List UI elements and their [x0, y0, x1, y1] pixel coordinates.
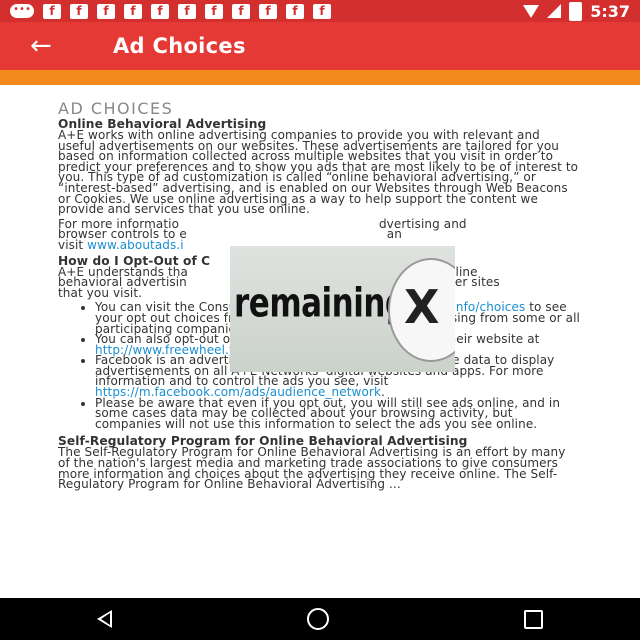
ad-close-button[interactable]: X: [388, 258, 455, 362]
facebook-notification-icon: f: [178, 3, 196, 19]
back-arrow-icon[interactable]: ←: [30, 22, 56, 70]
signal-icon: [547, 4, 562, 18]
close-icon: X: [404, 280, 440, 334]
facebook-notification-icon: f: [43, 3, 61, 19]
status-bar: ••• f f f f f f f f f f f 5:37: [0, 0, 640, 22]
facebook-notification-icon: f: [70, 3, 88, 19]
list-item: Please be aware that even if you opt out…: [95, 397, 580, 430]
recents-square-icon[interactable]: [523, 609, 543, 629]
battery-icon: [569, 1, 583, 21]
clock: 5:37: [590, 1, 630, 21]
facebook-notification-icon: f: [286, 3, 304, 19]
notification-icons: ••• f f f f f f f f f f f: [0, 3, 331, 19]
paragraph: A+E works with online advertising compan…: [58, 128, 579, 217]
facebook-notification-icon: f: [232, 3, 250, 19]
chat-bubble-icon: •••: [10, 4, 34, 18]
system-status: 5:37: [523, 0, 630, 22]
page-title: Ad Choices: [113, 34, 246, 58]
facebook-notification-icon: f: [151, 3, 169, 19]
wifi-icon: [523, 4, 540, 18]
aboutads-link[interactable]: www.aboutads.i: [87, 238, 184, 252]
back-triangle-icon[interactable]: [97, 610, 113, 628]
facebook-notification-icon: f: [205, 3, 223, 19]
accent-strip: [0, 70, 640, 85]
home-circle-icon[interactable]: [306, 608, 329, 630]
content-heading: AD CHOICES: [58, 100, 174, 118]
ad-overlay[interactable]: remaining X: [230, 246, 455, 372]
facebook-notification-icon: f: [313, 3, 331, 19]
app-bar: ← Ad Choices: [0, 22, 640, 70]
facebook-notification-icon: f: [259, 3, 277, 19]
facebook-notification-icon: f: [97, 3, 115, 19]
nav-bar: [0, 598, 640, 640]
ad-remaining-text: remaining: [234, 280, 407, 327]
facebook-notification-icon: f: [124, 3, 142, 19]
paragraph: The Self-Regulatory Program for Online B…: [58, 445, 566, 492]
